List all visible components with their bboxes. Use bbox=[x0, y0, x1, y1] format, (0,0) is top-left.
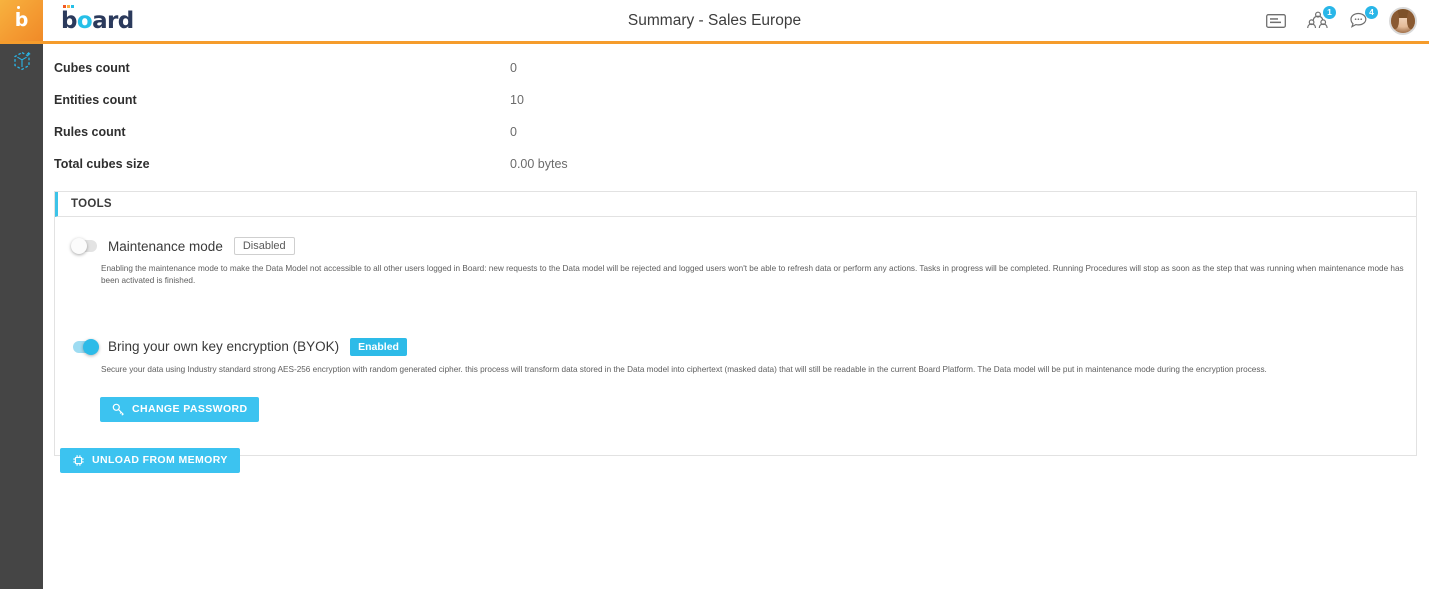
app-logo-tile[interactable]: b bbox=[0, 0, 43, 41]
logo-letter: b bbox=[14, 6, 29, 31]
top-bar-actions: 1 4 bbox=[1263, 0, 1429, 41]
maintenance-mode-row: Maintenance mode Disabled Enabling the m… bbox=[55, 235, 1416, 288]
maintenance-mode-label: Maintenance mode bbox=[108, 238, 223, 254]
maintenance-mode-status-badge: Disabled bbox=[233, 237, 295, 255]
sidebar-item-data-model[interactable] bbox=[0, 44, 43, 82]
summary-label: Total cubes size bbox=[54, 157, 150, 171]
toggle-knob bbox=[83, 338, 99, 355]
avatar-hair-left bbox=[1391, 8, 1399, 29]
tools-panel: TOOLS Maintenance mode Disabled Enabling… bbox=[54, 191, 1417, 473]
change-password-button[interactable]: CHANGE PASSWORD bbox=[100, 396, 260, 422]
left-rail bbox=[0, 44, 43, 589]
tools-panel-body: Maintenance mode Disabled Enabling the m… bbox=[55, 217, 1416, 473]
main-content: Cubes count 0 Entities count 10 Rules co… bbox=[43, 44, 1429, 589]
toggle-knob bbox=[71, 238, 87, 254]
top-bar: b board Summary - Sales Europe 1 4 bbox=[0, 0, 1429, 41]
summary-row: Cubes count 0 bbox=[43, 52, 1429, 84]
page-title: Summary - Sales Europe bbox=[627, 11, 802, 29]
avatar-hair-right bbox=[1407, 8, 1415, 29]
summary-list: Cubes count 0 Entities count 10 Rules co… bbox=[43, 44, 1429, 180]
summary-label: Rules count bbox=[54, 125, 126, 139]
maintenance-mode-header: Maintenance mode Disabled bbox=[71, 235, 1416, 257]
app-window: b board Summary - Sales Europe 1 4 Cubes… bbox=[0, 0, 1429, 589]
summary-value: 10 bbox=[510, 93, 524, 107]
tools-panel-header: TOOLS bbox=[55, 192, 1416, 217]
maintenance-mode-toggle[interactable] bbox=[71, 238, 97, 254]
avatar[interactable] bbox=[1389, 6, 1417, 35]
summary-row: Total cubes size 0.00 bytes bbox=[43, 148, 1429, 180]
chat-bubble-icon[interactable]: 4 bbox=[1347, 5, 1378, 34]
summary-value: 0 bbox=[510, 125, 517, 139]
summary-row: Entities count 10 bbox=[43, 84, 1429, 116]
brand-logo[interactable]: board bbox=[61, 0, 134, 41]
byok-description: Secure your data using Industry standard… bbox=[101, 364, 1267, 374]
summary-row: Rules count 0 bbox=[43, 116, 1429, 148]
unload-from-memory-button[interactable]: UNLOAD FROM MEMORY bbox=[60, 447, 240, 473]
key-icon bbox=[112, 403, 125, 416]
byok-status-badge: Enabled bbox=[350, 337, 407, 356]
chat-badge-count: 4 bbox=[1365, 5, 1378, 19]
card-icon[interactable] bbox=[1263, 8, 1289, 34]
byok-toggle[interactable] bbox=[73, 338, 99, 355]
summary-label: Cubes count bbox=[54, 61, 130, 75]
memory-chip-icon bbox=[72, 454, 85, 467]
summary-value: 0.00 bytes bbox=[510, 157, 568, 171]
group-badge-count: 1 bbox=[1323, 5, 1336, 19]
unload-from-memory-label: UNLOAD FROM MEMORY bbox=[92, 454, 228, 467]
byok-header: Bring your own key encryption (BYOK) Ena… bbox=[73, 336, 1416, 358]
summary-value: 0 bbox=[510, 61, 517, 75]
summary-label: Entities count bbox=[54, 93, 137, 107]
change-password-label: CHANGE PASSWORD bbox=[132, 403, 248, 416]
data-model-icon bbox=[11, 50, 33, 77]
byok-row: Bring your own key encryption (BYOK) Ena… bbox=[55, 336, 1416, 422]
maintenance-mode-description: Enabling the maintenance mode to make th… bbox=[101, 264, 1404, 286]
tools-panel-title: TOOLS bbox=[71, 198, 112, 210]
group-users-icon[interactable]: 1 bbox=[1305, 5, 1336, 34]
byok-label: Bring your own key encryption (BYOK) bbox=[108, 339, 340, 355]
brand-wordmark: board bbox=[61, 7, 134, 34]
brand-dots-icon bbox=[63, 5, 74, 8]
